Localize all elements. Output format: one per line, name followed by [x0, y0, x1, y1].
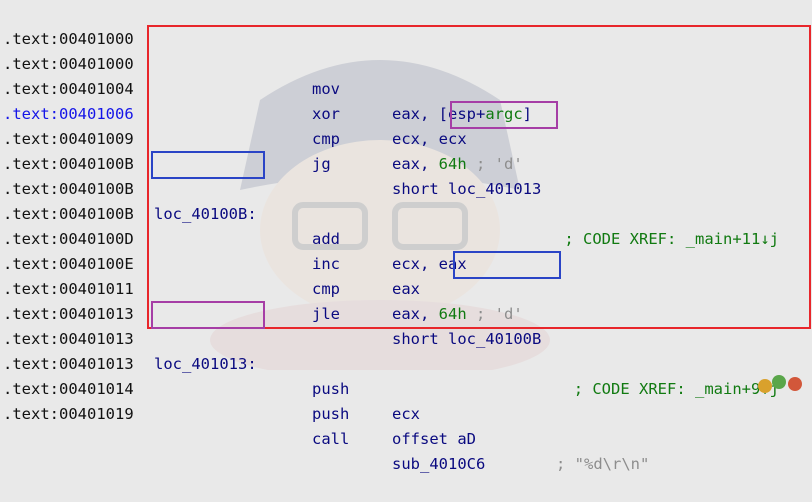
- disassembly-listing: .text:00401000 .text:00401000 mov eax, […: [0, 0, 812, 473]
- instruction-mnemonic[interactable]: call: [312, 427, 349, 452]
- listing-line[interactable]: .text:0040100D inc eax: [0, 202, 812, 298]
- listing-line[interactable]: .text:0040100B loc_40100B: ; CODE XREF: …: [0, 152, 812, 248]
- listing-line[interactable]: .text:00401013 loc_401013: ; CODE XREF: …: [0, 302, 812, 398]
- listing-line[interactable]: .text:0040100E cmp eax, 64h ; 'd': [0, 227, 812, 323]
- listing-line[interactable]: .text:00401011 jle short loc_40100B: [0, 252, 812, 348]
- line-address: .text:00401019: [3, 405, 134, 423]
- listing-line[interactable]: .text:00401019 call sub_4010C6: [0, 377, 812, 473]
- listing-line-current[interactable]: .text:00401006 cmp eax, 64h ; 'd': [0, 77, 812, 173]
- listing-line[interactable]: .text:0040100B add ecx, eax: [0, 177, 812, 273]
- repeatable-comment: ; "%d\r\n": [556, 455, 650, 473]
- instruction-mnemonic[interactable]: push: [312, 402, 349, 427]
- listing-line[interactable]: .text:00401009 jg short loc_401013: [0, 102, 812, 198]
- watermark-icon: [758, 375, 802, 393]
- listing-line[interactable]: .text:00401000: [0, 2, 812, 48]
- listing-line[interactable]: .text:0040100B: [0, 127, 812, 173]
- listing-line[interactable]: .text:00401013 push ecx: [0, 327, 812, 423]
- instruction-operands[interactable]: ecx: [392, 402, 420, 427]
- listing-line[interactable]: .text:00401014 push offset aD ; "%d\r\n": [0, 352, 812, 473]
- listing-line[interactable]: .text:00401004 xor ecx, ecx: [0, 52, 812, 148]
- listing-line[interactable]: .text:00401000 mov eax, [esp+argc]: [0, 27, 812, 123]
- instruction-operands[interactable]: offset aD: [392, 427, 476, 452]
- instruction-operands[interactable]: sub_4010C6: [392, 452, 485, 477]
- listing-line[interactable]: .text:00401013: [0, 277, 812, 323]
